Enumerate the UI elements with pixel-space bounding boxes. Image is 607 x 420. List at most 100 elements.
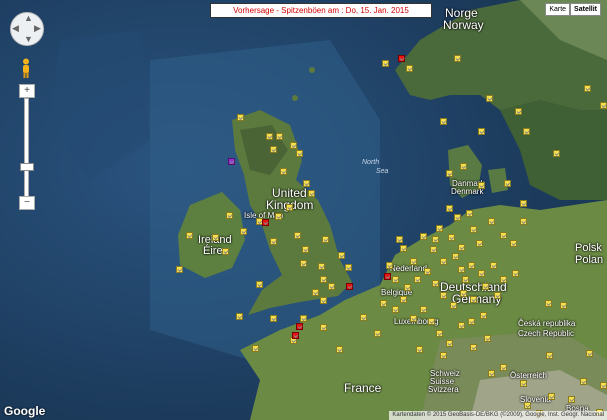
station-marker[interactable] — [500, 276, 507, 283]
station-marker[interactable] — [320, 297, 327, 304]
station-marker[interactable] — [546, 352, 553, 359]
pan-down-icon[interactable]: ▼ — [24, 34, 33, 44]
station-marker[interactable] — [416, 346, 423, 353]
station-marker[interactable] — [524, 402, 531, 409]
station-marker[interactable] — [580, 378, 587, 385]
station-marker[interactable] — [303, 180, 310, 187]
station-marker[interactable] — [432, 236, 439, 243]
station-marker[interactable] — [406, 65, 413, 72]
warning-station-marker[interactable] — [296, 323, 303, 330]
map-type-satellit-button[interactable]: Satellit — [570, 3, 601, 16]
station-marker[interactable] — [512, 270, 519, 277]
station-marker[interactable] — [494, 292, 501, 299]
station-marker[interactable] — [392, 306, 399, 313]
station-marker[interactable] — [280, 168, 287, 175]
station-marker[interactable] — [252, 345, 259, 352]
street-view-pegman-icon[interactable] — [20, 58, 32, 78]
station-marker[interactable] — [486, 95, 493, 102]
station-marker[interactable] — [276, 133, 283, 140]
station-marker[interactable] — [240, 228, 247, 235]
special-station-marker[interactable] — [228, 158, 235, 165]
station-marker[interactable] — [336, 346, 343, 353]
station-marker[interactable] — [320, 324, 327, 331]
station-marker[interactable] — [568, 396, 575, 403]
station-marker[interactable] — [360, 314, 367, 321]
station-marker[interactable] — [436, 330, 443, 337]
station-marker[interactable] — [446, 170, 453, 177]
station-marker[interactable] — [212, 234, 219, 241]
station-marker[interactable] — [440, 258, 447, 265]
station-marker[interactable] — [440, 352, 447, 359]
station-marker[interactable] — [392, 276, 399, 283]
station-marker[interactable] — [312, 289, 319, 296]
station-marker[interactable] — [446, 205, 453, 212]
station-marker[interactable] — [458, 266, 465, 273]
station-marker[interactable] — [488, 370, 495, 377]
station-marker[interactable] — [500, 232, 507, 239]
station-marker[interactable] — [286, 204, 293, 211]
station-marker[interactable] — [470, 226, 477, 233]
station-marker[interactable] — [478, 128, 485, 135]
station-marker[interactable] — [186, 232, 193, 239]
station-marker[interactable] — [448, 234, 455, 241]
station-marker[interactable] — [470, 296, 477, 303]
station-marker[interactable] — [500, 364, 507, 371]
station-marker[interactable] — [482, 283, 489, 290]
station-marker[interactable] — [520, 200, 527, 207]
station-marker[interactable] — [560, 302, 567, 309]
pan-control[interactable]: ▲ ▼ ◀ ▶ — [10, 12, 44, 46]
station-marker[interactable] — [520, 380, 527, 387]
station-marker[interactable] — [270, 315, 277, 322]
station-marker[interactable] — [515, 108, 522, 115]
station-marker[interactable] — [420, 306, 427, 313]
station-marker[interactable] — [176, 266, 183, 273]
station-marker[interactable] — [430, 246, 437, 253]
station-marker[interactable] — [328, 283, 335, 290]
station-marker[interactable] — [446, 340, 453, 347]
station-marker[interactable] — [490, 262, 497, 269]
station-marker[interactable] — [308, 190, 315, 197]
station-marker[interactable] — [226, 212, 233, 219]
station-marker[interactable] — [586, 350, 593, 357]
station-marker[interactable] — [484, 335, 491, 342]
station-marker[interactable] — [480, 312, 487, 319]
zoom-out-button[interactable]: − — [19, 196, 35, 210]
station-marker[interactable] — [345, 264, 352, 271]
warning-station-marker[interactable] — [384, 273, 391, 280]
station-marker[interactable] — [460, 163, 467, 170]
station-marker[interactable] — [458, 322, 465, 329]
station-marker[interactable] — [440, 292, 447, 299]
station-marker[interactable] — [432, 280, 439, 287]
station-marker[interactable] — [468, 262, 475, 269]
station-marker[interactable] — [488, 218, 495, 225]
station-marker[interactable] — [410, 258, 417, 265]
station-marker[interactable] — [510, 240, 517, 247]
station-marker[interactable] — [338, 252, 345, 259]
station-marker[interactable] — [452, 253, 459, 260]
station-marker[interactable] — [318, 263, 325, 270]
pan-up-icon[interactable]: ▲ — [24, 13, 33, 23]
station-marker[interactable] — [468, 318, 475, 325]
station-marker[interactable] — [396, 236, 403, 243]
station-marker[interactable] — [300, 260, 307, 267]
warning-station-marker[interactable] — [292, 332, 299, 339]
station-marker[interactable] — [382, 60, 389, 67]
pan-right-icon[interactable]: ▶ — [34, 23, 41, 34]
station-marker[interactable] — [454, 55, 461, 62]
station-marker[interactable] — [545, 300, 552, 307]
zoom-slider-track[interactable] — [24, 98, 29, 198]
station-marker[interactable] — [523, 128, 530, 135]
station-marker[interactable] — [553, 150, 560, 157]
station-marker[interactable] — [504, 180, 511, 187]
station-marker[interactable] — [458, 244, 465, 251]
station-marker[interactable] — [400, 296, 407, 303]
station-marker[interactable] — [270, 146, 277, 153]
station-marker[interactable] — [478, 270, 485, 277]
station-marker[interactable] — [322, 236, 329, 243]
map-type-karte-button[interactable]: Karte — [545, 3, 571, 16]
station-marker[interactable] — [270, 238, 277, 245]
station-marker[interactable] — [548, 393, 555, 400]
station-marker[interactable] — [386, 262, 393, 269]
station-marker[interactable] — [466, 210, 473, 217]
station-marker[interactable] — [290, 142, 297, 149]
